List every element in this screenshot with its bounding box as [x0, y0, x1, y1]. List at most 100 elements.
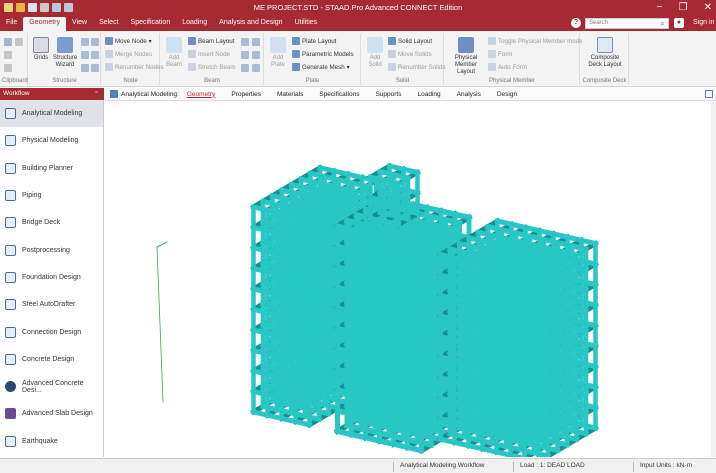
status-workflow: Analytical Modeling Workflow	[393, 462, 484, 472]
menu-analysis-design[interactable]: Analysis and Design	[213, 16, 288, 31]
solid-layout-button[interactable]: Solid Layout	[388, 37, 432, 45]
pin-icon[interactable]: ▫	[92, 89, 101, 98]
insert-node-button[interactable]: Insert Node	[188, 50, 230, 58]
beam-layout-button[interactable]: Beam Layout	[188, 37, 234, 45]
advanced-slab-design-icon	[5, 408, 16, 420]
add-beam-button[interactable]: Add Beam	[163, 37, 185, 69]
workflow-item-steel-autodrafter[interactable]: Steel AutoDrafter	[0, 291, 103, 318]
restore-button[interactable]: ❐	[679, 1, 688, 14]
ribbon: Clipboard Grids Structure Wizard Structu…	[0, 31, 716, 87]
workflow-item-advanced-slab-design[interactable]: Advanced Slab Design	[0, 400, 103, 427]
menu-view[interactable]: View	[66, 16, 93, 31]
move-solids-button[interactable]: Move Solids	[388, 50, 432, 58]
form-button[interactable]: Form	[488, 50, 512, 58]
move-node-button[interactable]: Move Node ▾	[105, 37, 152, 45]
minimize-button[interactable]: −	[657, 1, 663, 14]
node-label: Node	[123, 78, 138, 84]
workflow-item-piping[interactable]: Piping	[0, 182, 103, 209]
workflow-item-bridge-deck[interactable]: Bridge Deck	[0, 209, 103, 236]
physical-modeling-icon	[5, 135, 16, 147]
tool-icon-5[interactable]	[81, 64, 89, 72]
workflow-item-advanced-concrete-design[interactable]: Advanced Concrete Desi...	[0, 373, 103, 400]
bridge-deck-icon	[5, 217, 16, 229]
stretch-beam-icon	[188, 63, 196, 71]
foundation-design-icon	[5, 271, 16, 283]
structural-model[interactable]	[105, 102, 716, 457]
toggle-physical-member-button[interactable]: Toggle Physical Member mode	[488, 37, 583, 45]
structure-wizard-button[interactable]: Structure Wizard	[52, 37, 78, 69]
status-load: Load : 1: DEAD LOAD	[513, 462, 585, 472]
model-viewport[interactable]	[105, 102, 716, 457]
plate-layout-button[interactable]: Plate Layout	[292, 37, 336, 45]
page-control-toggle-icon[interactable]	[705, 90, 713, 98]
auto-form-button[interactable]: Auto Form	[488, 63, 527, 71]
beam-tool-icon-4[interactable]	[252, 51, 260, 59]
renumber-solids-button[interactable]: Renumber Solids	[388, 63, 445, 71]
tool-icon-3[interactable]	[81, 51, 89, 59]
copy-icon[interactable]	[15, 38, 23, 46]
tool-icon-4[interactable]	[91, 51, 99, 59]
viewport-scrollbar[interactable]	[711, 102, 716, 457]
beam-tool-icon-6[interactable]	[252, 64, 260, 72]
workflow-item-foundation-design[interactable]: Foundation Design	[0, 264, 103, 291]
plate-group: Add Plate Plate Layout Parametric Models…	[265, 33, 361, 85]
workflow-item-postprocessing[interactable]: Postprocessing	[0, 236, 103, 263]
solid-label: Solid	[395, 78, 410, 84]
add-plate-button[interactable]: Add Plate	[267, 37, 289, 69]
generate-mesh-button[interactable]: Generate Mesh ▾	[292, 63, 350, 71]
workflow-item-connection-design[interactable]: Connection Design	[0, 318, 103, 345]
delete-icon[interactable]	[4, 64, 12, 72]
workflow-item-analytical-modeling[interactable]: Analytical Modeling	[0, 100, 103, 128]
workflow-item-earthquake[interactable]: Earthquake	[0, 428, 103, 455]
composite-deck-label: Composite Deck	[582, 78, 627, 84]
renumber-solids-icon	[388, 63, 396, 71]
menu-file[interactable]: File	[0, 16, 23, 31]
search-icon[interactable]: ⌕	[657, 18, 668, 29]
menu-utilities[interactable]: Utilities	[289, 16, 324, 31]
merge-nodes-button[interactable]: Merge Nodes	[105, 50, 152, 58]
tool-icon-6[interactable]	[91, 64, 99, 72]
workflow-item-physical-modeling[interactable]: Physical Modeling	[0, 127, 103, 154]
form-icon	[488, 50, 496, 58]
page-tab-analysis[interactable]: Analysis	[457, 91, 481, 98]
close-button[interactable]: ✕	[704, 1, 712, 14]
add-solid-icon	[367, 37, 383, 53]
page-tab-materials[interactable]: Materials	[277, 91, 303, 98]
physical-member-layout-button[interactable]: Physical Member Layout	[447, 37, 485, 76]
grids-button[interactable]: Grids	[32, 37, 50, 62]
beam-tool-icon-3[interactable]	[241, 51, 249, 59]
menu-loading[interactable]: Loading	[176, 16, 213, 31]
menu-geometry[interactable]: Geometry	[23, 17, 67, 31]
workflow-item-building-planner[interactable]: Building Planner	[0, 155, 103, 182]
composite-deck-layout-button[interactable]: Composite Deck Layout	[584, 37, 626, 69]
structure-label: Structure	[52, 78, 77, 84]
generate-mesh-icon	[292, 63, 300, 71]
page-tab-loading[interactable]: Loading	[418, 91, 441, 98]
add-beam-icon	[166, 37, 182, 53]
paste-icon[interactable]	[4, 51, 12, 59]
add-solid-button[interactable]: Add Solid	[364, 37, 386, 69]
sign-in-link[interactable]: Sign in	[693, 19, 714, 26]
beam-tool-icon-5[interactable]	[241, 64, 249, 72]
tool-icon-1[interactable]	[81, 38, 89, 46]
page-tab-specifications[interactable]: Specifications	[319, 91, 359, 98]
tool-icon-2[interactable]	[91, 38, 99, 46]
workflow-item-concrete-design[interactable]: Concrete Design	[0, 346, 103, 373]
user-icon[interactable]: ●	[674, 18, 684, 28]
renumber-nodes-button[interactable]: Renumber Nodes	[105, 63, 164, 71]
beam-tool-icon-2[interactable]	[252, 38, 260, 46]
beam-tool-icon-1[interactable]	[241, 38, 249, 46]
status-bar: Analytical Modeling Workflow Load : 1: D…	[0, 458, 716, 473]
page-tab-geometry[interactable]: Geometry	[187, 91, 216, 98]
page-tab-design[interactable]: Design	[497, 91, 517, 98]
stretch-beam-button[interactable]: Stretch Beam	[188, 63, 236, 71]
page-tab-properties[interactable]: Properties	[231, 91, 261, 98]
parametric-models-button[interactable]: Parametric Models	[292, 50, 354, 58]
help-icon[interactable]: ?	[571, 18, 581, 28]
menu-select[interactable]: Select	[93, 16, 124, 31]
page-tab-supports[interactable]: Supports	[375, 91, 401, 98]
steel-autodrafter-icon	[5, 299, 16, 311]
cut-icon[interactable]	[4, 38, 12, 46]
page-control-label: Analytical Modeling:	[121, 90, 179, 98]
menu-specification[interactable]: Specification	[125, 16, 177, 31]
